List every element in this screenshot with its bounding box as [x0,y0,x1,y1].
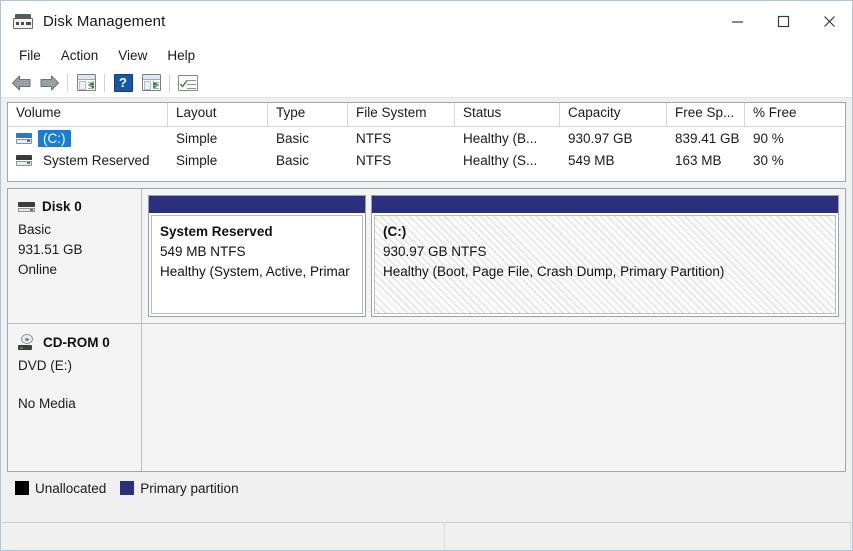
disk-row-disk0: Disk 0 Basic 931.51 GB Online System Res… [8,189,845,324]
help-question-glyph: ? [114,74,133,92]
legend-item-primary-partition: Primary partition [120,481,238,496]
partition-status: Healthy (System, Active, Primar [160,262,354,282]
legend-swatch-unallocated [15,481,29,495]
toolbar-separator [67,74,68,92]
close-icon[interactable] [806,1,852,42]
menu-item-view[interactable]: View [108,46,157,65]
disk-info-cdrom0[interactable]: CD-ROM 0 DVD (E:) No Media [8,324,142,472]
back-arrow-icon[interactable] [7,70,35,96]
partition-details: System Reserved 549 MB NTFS Healthy (Sys… [151,215,363,314]
menu-bar: File Action View Help [1,42,852,68]
forward-arrow-icon[interactable] [35,70,63,96]
disk-partitions-cdrom0 [142,324,845,472]
disk-name: Disk 0 [42,199,82,214]
cell-status: Healthy (S... [455,153,560,168]
legend-label: Unallocated [35,481,106,496]
column-header-capacity[interactable]: Capacity [560,103,667,126]
cell-volume: (C:) [8,130,168,147]
status-segment-1 [2,523,445,549]
cell-type: Basic [268,153,348,168]
column-header-free-space[interactable]: Free Sp... [667,103,745,126]
volume-name: System Reserved [38,152,155,169]
column-header-type[interactable]: Type [268,103,348,126]
show-hide-action-pane-icon[interactable] [137,70,165,96]
toolbar: ? [1,68,852,98]
cell-capacity: 930.97 GB [560,131,667,146]
cell-free-space: 839.41 GB [667,131,745,146]
disk-management-window: Disk Management File Action View Help [0,0,853,551]
status-segment-2 [445,523,851,549]
cdrom-icon [18,334,36,350]
disk-status: Online [18,260,141,280]
minimize-icon[interactable] [714,1,760,42]
partition-c-drive[interactable]: (C:) 930.97 GB NTFS Healthy (Boot, Page … [371,195,839,317]
disk-graphical-pane: Disk 0 Basic 931.51 GB Online System Res… [7,188,846,472]
volume-list-header: Volume Layout Type File System Status Ca… [8,103,845,127]
partition-system-reserved[interactable]: System Reserved 549 MB NTFS Healthy (Sys… [148,195,366,317]
disk-drive-icon [13,14,33,30]
show-hide-console-tree-icon[interactable] [72,70,100,96]
disk-title: CD-ROM 0 [18,334,141,350]
partition-name: (C:) [383,222,827,242]
disk-partitions-disk0: System Reserved 549 MB NTFS Healthy (Sys… [142,189,845,323]
volume-name: (C:) [38,130,71,147]
disk-name: CD-ROM 0 [43,335,110,350]
cell-layout: Simple [168,131,268,146]
toolbar-separator [169,74,170,92]
help-icon[interactable]: ? [109,70,137,96]
cell-percent-free: 30 % [745,153,845,168]
drive-icon-blue [16,133,32,144]
cell-capacity: 549 MB [560,153,667,168]
hdd-icon [18,201,35,212]
column-header-percent-free[interactable]: % Free [745,103,845,126]
legend: Unallocated Primary partition [7,476,846,500]
partition-details: (C:) 930.97 GB NTFS Healthy (Boot, Page … [374,215,836,314]
menu-item-file[interactable]: File [9,46,51,65]
column-header-volume[interactable]: Volume [8,103,168,126]
cell-file-system: NTFS [348,131,455,146]
disk-info-disk0[interactable]: Disk 0 Basic 931.51 GB Online [8,189,142,323]
disk-size: 931.51 GB [18,240,141,260]
disk-status: No Media [18,394,141,414]
window-controls [714,1,852,42]
cell-layout: Simple [168,153,268,168]
title-bar: Disk Management [1,1,852,42]
cell-type: Basic [268,131,348,146]
properties-icon[interactable] [174,70,202,96]
disk-title: Disk 0 [18,199,141,214]
legend-item-unallocated: Unallocated [15,481,106,496]
status-bar [2,522,851,549]
cell-volume: System Reserved [8,152,168,169]
partition-name: System Reserved [160,222,354,242]
column-header-status[interactable]: Status [455,103,560,126]
toolbar-separator [104,74,105,92]
table-row[interactable]: (C:) Simple Basic NTFS Healthy (B... 930… [8,127,845,149]
partition-status: Healthy (Boot, Page File, Crash Dump, Pr… [383,262,827,282]
partition-color-bar [372,196,838,213]
table-row[interactable]: System Reserved Simple Basic NTFS Health… [8,149,845,171]
partition-size-fs: 930.97 GB NTFS [383,242,827,262]
partition-color-bar [149,196,365,213]
menu-item-action[interactable]: Action [51,46,109,65]
menu-item-help[interactable]: Help [157,46,205,65]
volume-list-body: (C:) Simple Basic NTFS Healthy (B... 930… [8,127,845,171]
cell-file-system: NTFS [348,153,455,168]
cell-percent-free: 90 % [745,131,845,146]
legend-label: Primary partition [140,481,238,496]
drive-icon-green [16,155,32,166]
column-header-layout[interactable]: Layout [168,103,268,126]
disk-type: DVD (E:) [18,356,141,376]
volume-list-pane: Volume Layout Type File System Status Ca… [7,102,846,182]
legend-swatch-primary-partition [120,481,134,495]
column-header-file-system[interactable]: File System [348,103,455,126]
window-title: Disk Management [43,13,165,30]
maximize-icon[interactable] [760,1,806,42]
cell-status: Healthy (B... [455,131,560,146]
cell-free-space: 163 MB [667,153,745,168]
partition-size-fs: 549 MB NTFS [160,242,354,262]
disk-row-cdrom0: CD-ROM 0 DVD (E:) No Media [8,324,845,472]
disk-type: Basic [18,220,141,240]
